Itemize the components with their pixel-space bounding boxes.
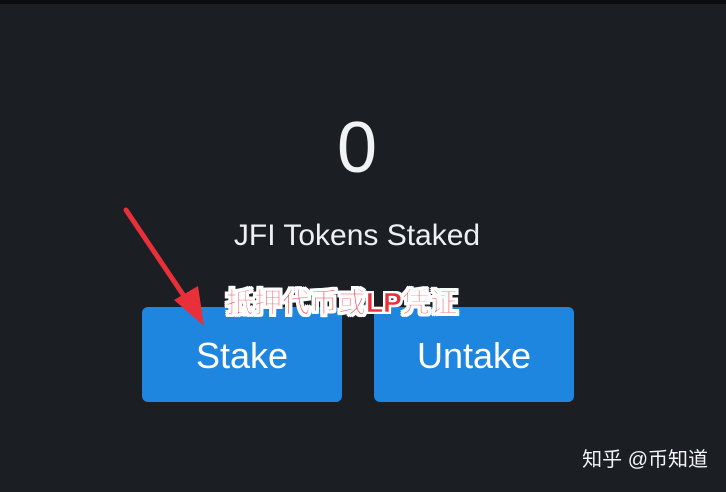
staking-panel: 0 JFI Tokens Staked Stake Untake 抵押代币或LP…: [0, 0, 726, 492]
watermark: 知乎 @币知道: [582, 449, 708, 471]
annotation-label: 抵押代币或LP凭证: [226, 287, 458, 319]
top-divider: [0, 0, 726, 4]
red-arrow-icon: [123, 207, 204, 326]
staked-amount: 0: [336, 108, 378, 188]
staked-caption: JFI Tokens Staked: [233, 219, 481, 252]
